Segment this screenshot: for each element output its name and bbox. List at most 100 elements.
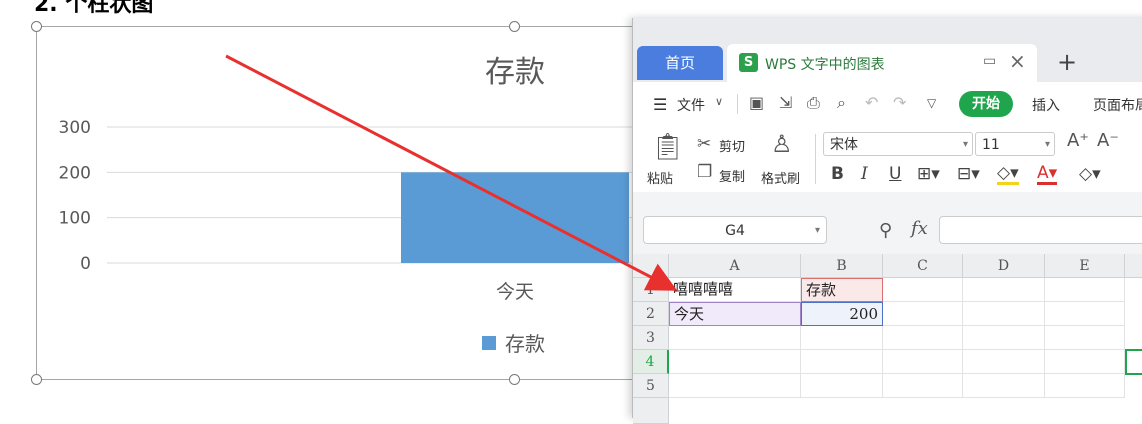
resize-handle-bottom-middle[interactable]: [509, 374, 520, 385]
copy-icon: ❐: [697, 162, 713, 182]
scissors-icon: ✂: [697, 134, 712, 154]
row-header-2[interactable]: 2: [633, 302, 669, 326]
paste-icon[interactable]: 📋︎: [651, 132, 684, 162]
new-tab-button[interactable]: +: [1057, 48, 1077, 76]
undo-icon[interactable]: ↶: [865, 93, 878, 112]
name-box[interactable]: G4 ▾: [643, 216, 827, 244]
cell-b2[interactable]: 200: [801, 302, 883, 326]
font-name-select[interactable]: 宋体 ▾: [823, 132, 973, 156]
cell-c5[interactable]: [883, 374, 963, 398]
row-header-6[interactable]: [633, 398, 669, 424]
resize-handle-bottom-left[interactable]: [31, 374, 42, 385]
row-header-4[interactable]: 4: [633, 350, 669, 374]
cell-b1[interactable]: 存款: [801, 278, 883, 302]
cell-b4[interactable]: [801, 350, 883, 374]
tab-page-layout[interactable]: 页面布局: [1093, 95, 1142, 115]
tab-document[interactable]: S WPS 文字中的图表 ▭ ×: [727, 44, 1037, 82]
formula-input[interactable]: [939, 216, 1142, 244]
cell-e4[interactable]: [1045, 350, 1125, 374]
toolbar-gap: [633, 192, 1142, 210]
menu-file[interactable]: 文件: [677, 95, 705, 115]
cell-a2[interactable]: 今天: [669, 302, 801, 326]
cell-c4[interactable]: [883, 350, 963, 374]
column-header-d[interactable]: D: [963, 254, 1045, 278]
cell-e3[interactable]: [1045, 326, 1125, 350]
ribbon-home: 📋︎ 粘贴 ✂ 剪切 ❐ 复制 ♙ 格式刷 宋体 ▾ 11 ▾ A⁺ A⁻ B …: [633, 126, 1142, 192]
spreadsheet-app-icon: S: [739, 53, 758, 72]
row-header-1[interactable]: 1: [633, 278, 669, 302]
legend-swatch: [482, 336, 496, 350]
cut-button[interactable]: 剪切: [719, 136, 745, 155]
cell-a4[interactable]: [669, 350, 801, 374]
select-all-corner[interactable]: [633, 254, 669, 278]
wps-spreadsheet-window: 首页 S WPS 文字中的图表 ▭ × + ☰ 文件 ∨ ▣ ⇲ ⎙ ⌕ ↶ ↷…: [632, 18, 1142, 424]
format-painter-icon[interactable]: ♙: [771, 130, 793, 158]
resize-handle-top-middle[interactable]: [509, 21, 520, 32]
decrease-font-icon[interactable]: A⁻: [1097, 130, 1119, 151]
close-tab-icon[interactable]: ×: [1009, 49, 1026, 73]
customize-toolbar-icon[interactable]: ▽: [927, 96, 936, 110]
print-icon[interactable]: ⎙: [807, 93, 820, 113]
cell-e5[interactable]: [1045, 374, 1125, 398]
cell-c3[interactable]: [883, 326, 963, 350]
divider: [815, 134, 816, 184]
row-header-5[interactable]: 5: [633, 374, 669, 398]
cell-d5[interactable]: [963, 374, 1045, 398]
menu-bar: ☰ 文件 ∨ ▣ ⇲ ⎙ ⌕ ↶ ↷ ▽ 开始 插入 页面布局: [633, 82, 1142, 126]
column-header-e[interactable]: E: [1045, 254, 1125, 278]
cell-d1[interactable]: [963, 278, 1045, 302]
cell-e2[interactable]: [1045, 302, 1125, 326]
row-header-3[interactable]: 3: [633, 326, 669, 350]
clear-format-icon[interactable]: ◇▾: [1079, 164, 1101, 184]
spreadsheet-grid: A B C D E 1 2 3 4 5 嘻嘻嘻嘻 存款 今天 200: [633, 254, 1142, 424]
chevron-down-icon[interactable]: ∨: [715, 95, 723, 108]
bold-icon[interactable]: B: [831, 164, 844, 184]
column-header-b[interactable]: B: [801, 254, 883, 278]
cell-style-icon[interactable]: ⊟▾: [957, 164, 980, 184]
column-header-a[interactable]: A: [669, 254, 801, 278]
monitor-icon[interactable]: ▭: [983, 53, 996, 69]
underline-icon[interactable]: U: [889, 164, 901, 184]
y-tick-label: 200: [59, 163, 91, 183]
cell-c2[interactable]: [883, 302, 963, 326]
redo-icon[interactable]: ↷: [893, 93, 906, 112]
resize-handle-top-left[interactable]: [31, 21, 42, 32]
zoom-icon[interactable]: ⚲: [879, 220, 892, 241]
export-icon[interactable]: ⇲: [779, 93, 792, 112]
tab-bar: 首页 S WPS 文字中的图表 ▭ × +: [633, 18, 1142, 82]
tab-home[interactable]: 首页: [637, 46, 723, 80]
format-painter-button[interactable]: 格式刷: [761, 168, 800, 187]
y-tick-label: 300: [59, 118, 91, 138]
bar: [401, 172, 629, 263]
save-icon[interactable]: ▣: [749, 93, 764, 112]
italic-icon[interactable]: I: [861, 164, 868, 184]
function-icon[interactable]: fx: [911, 218, 928, 239]
cell-a1[interactable]: 嘻嘻嘻嘻: [669, 278, 801, 302]
increase-font-icon[interactable]: A⁺: [1067, 130, 1089, 151]
print-preview-icon[interactable]: ⌕: [837, 93, 846, 113]
paste-button[interactable]: 粘贴: [647, 168, 673, 187]
copy-button[interactable]: 复制: [719, 166, 745, 185]
cell-d2[interactable]: [963, 302, 1045, 326]
column-header-c[interactable]: C: [883, 254, 963, 278]
cell-a3[interactable]: [669, 326, 801, 350]
tab-start[interactable]: 开始: [959, 91, 1013, 117]
cell-e1[interactable]: [1045, 278, 1125, 302]
cell-c1[interactable]: [883, 278, 963, 302]
active-cell-g4[interactable]: [1125, 349, 1142, 375]
tab-insert[interactable]: 插入: [1032, 95, 1060, 115]
font-color-icon[interactable]: A▾: [1037, 164, 1058, 185]
font-size-select[interactable]: 11 ▾: [975, 132, 1055, 156]
cell-d3[interactable]: [963, 326, 1045, 350]
fill-color-icon[interactable]: ◇▾: [997, 164, 1019, 185]
formula-bar: G4 ▾ ⚲ fx: [633, 210, 1142, 254]
column-header-f[interactable]: [1125, 254, 1142, 278]
divider: [737, 94, 738, 114]
cell-b5[interactable]: [801, 374, 883, 398]
document-title: WPS 文字中的图表: [765, 57, 885, 73]
hamburger-menu-icon[interactable]: ☰: [653, 95, 667, 114]
cell-a5[interactable]: [669, 374, 801, 398]
borders-icon[interactable]: ⊞▾: [917, 164, 940, 184]
cell-b3[interactable]: [801, 326, 883, 350]
cell-d4[interactable]: [963, 350, 1045, 374]
